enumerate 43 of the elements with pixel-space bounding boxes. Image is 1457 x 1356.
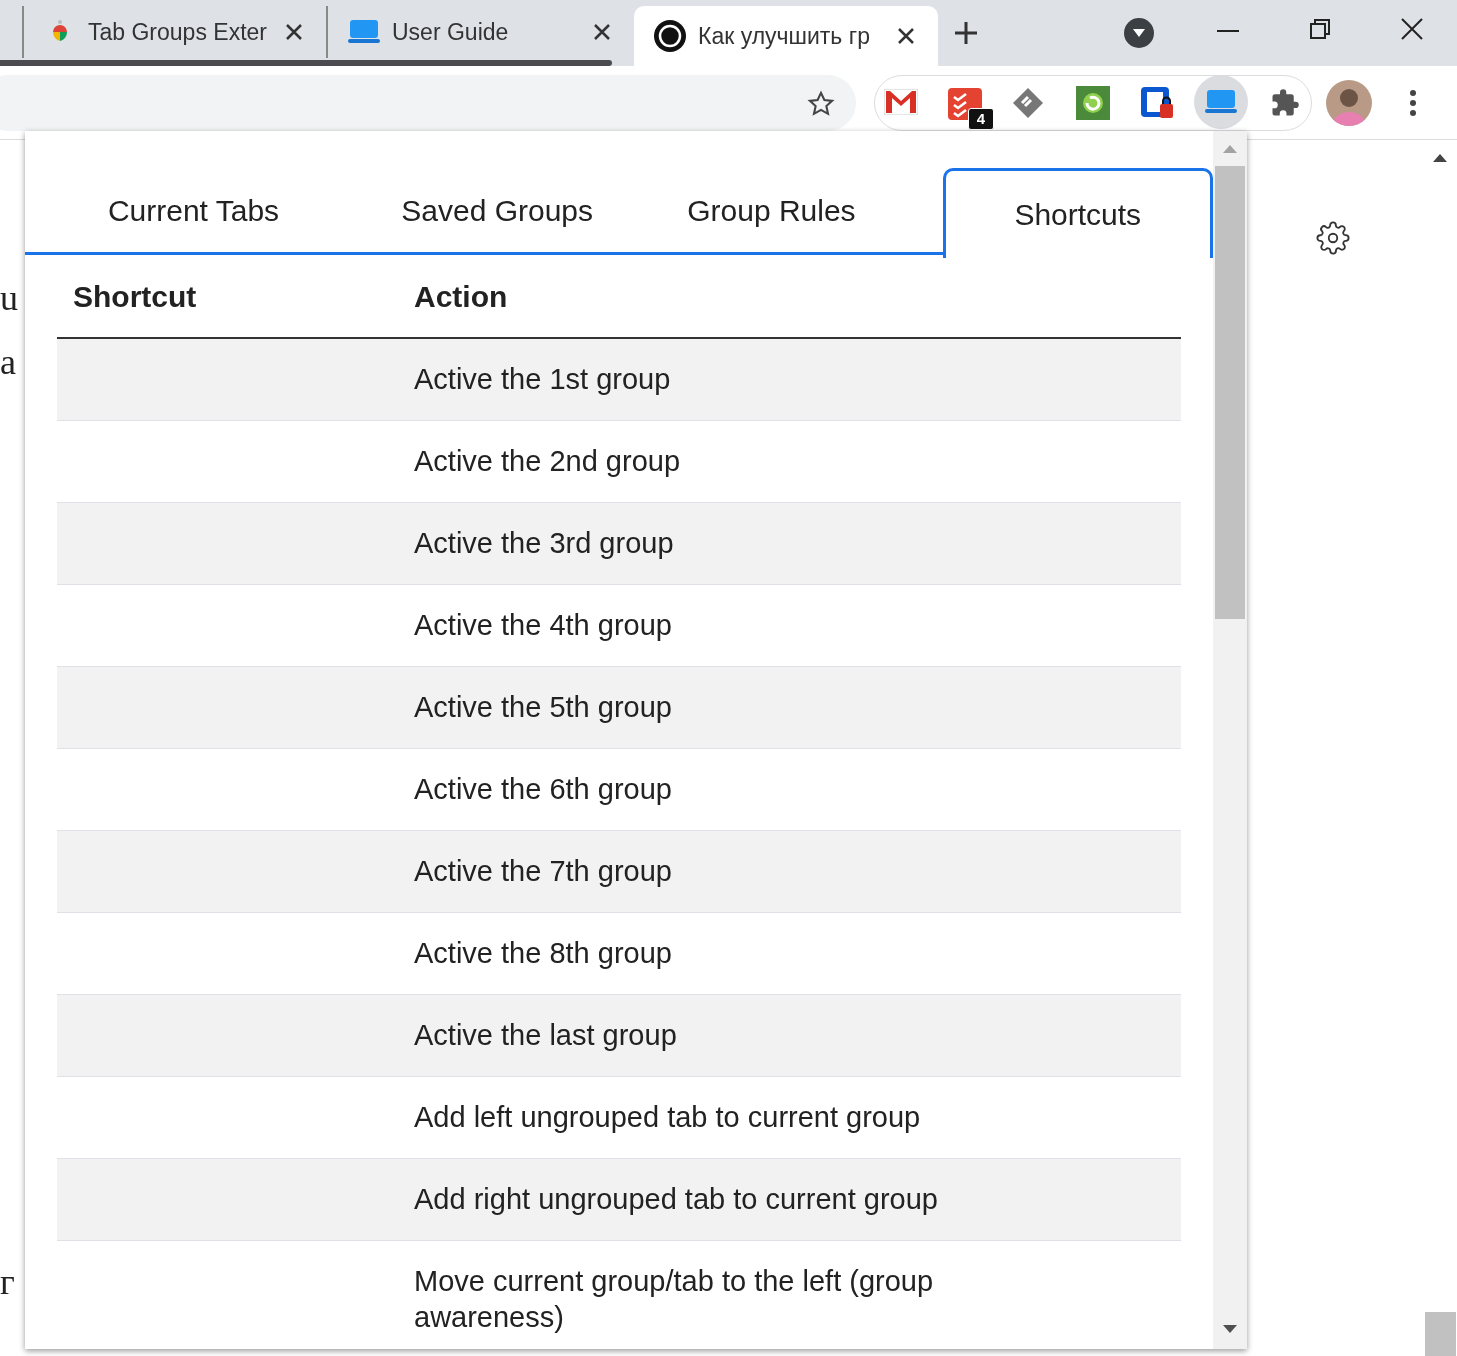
scrollbar-thumb[interactable] xyxy=(1425,1312,1456,1356)
table-cell-text: Active the 1st group xyxy=(414,362,672,397)
caret-down-icon xyxy=(1132,28,1146,38)
laptop-icon[interactable] xyxy=(1194,75,1248,129)
avatar-icon[interactable] xyxy=(1326,80,1372,126)
popup-tab[interactable]: Current Tabs xyxy=(27,165,361,255)
notification-badge: 4 xyxy=(968,108,994,130)
tab-search-button[interactable] xyxy=(1124,18,1154,48)
table-cell-text: Active the 5th group xyxy=(414,690,673,725)
restore-icon[interactable] xyxy=(1310,19,1330,39)
settings-icon[interactable] xyxy=(1314,219,1352,257)
column-header: Action xyxy=(413,278,508,315)
refresh-icon[interactable] xyxy=(1076,86,1110,120)
ring-icon xyxy=(654,20,686,52)
scroll-down-arrow-icon[interactable] xyxy=(1223,1325,1237,1333)
popup-tab[interactable]: Shortcuts xyxy=(942,168,1213,258)
browser-tab[interactable]: Tab Groups Exter xyxy=(22,6,328,58)
page-text: u xyxy=(0,278,18,318)
popup-tab[interactable]: Saved Groups xyxy=(360,165,635,255)
envelope-icon[interactable] xyxy=(884,87,918,117)
table-cell-text: Move current group/tab to the left (group awareness) xyxy=(414,1264,935,1335)
table-cell-text: Active the 6th group xyxy=(414,772,673,807)
table-cell-text: Active the 4th group xyxy=(414,608,673,643)
table-cell-text: Active the 3rd group xyxy=(414,526,675,561)
popup-scrollbar[interactable] xyxy=(1213,131,1247,1349)
popup-tab[interactable]: Group Rules xyxy=(634,165,909,255)
table-cell-text: Active the last group xyxy=(414,1018,678,1053)
scroll-up-arrow-icon[interactable] xyxy=(1432,153,1448,163)
table-cell-text: Add left ungrouped tab to current group xyxy=(414,1100,922,1135)
tab-title: Tab Groups Exter xyxy=(88,17,268,47)
tab-title: Как улучшить гр xyxy=(698,21,871,51)
browser-tab[interactable]: Как улучшить гр xyxy=(634,6,938,66)
plus-icon[interactable] xyxy=(953,20,979,46)
column-header: Shortcut xyxy=(72,278,198,315)
table-cell-text: Active the 7th group xyxy=(414,854,673,889)
lock-icon[interactable] xyxy=(1140,86,1174,120)
table-cell-text: Add right ungrouped tab to current group xyxy=(414,1182,939,1217)
tab-title: User Guide xyxy=(392,17,510,47)
page-text: г xyxy=(0,1262,15,1302)
table-cell-text: Active the 2nd group xyxy=(414,444,681,479)
page-text: a xyxy=(0,342,16,382)
table-cell-text: Active the 8th group xyxy=(414,936,673,971)
close-icon[interactable] xyxy=(1401,18,1423,40)
